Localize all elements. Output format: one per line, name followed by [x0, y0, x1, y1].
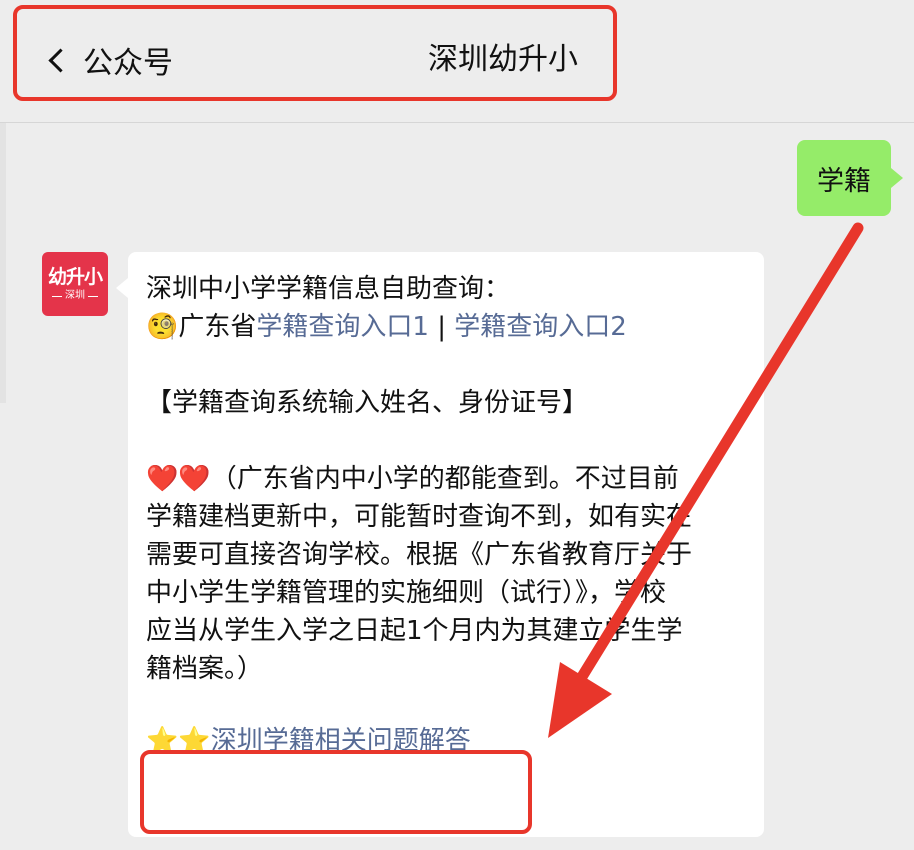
- paragraph-line: 中小学生学籍管理的实施细则（试行）》，学校: [146, 578, 667, 608]
- paragraph-line: 学籍建档更新中，可能暂时查询不到，如有实在: [146, 502, 693, 532]
- avatar-subtitle: 深圳: [52, 290, 98, 302]
- user-message-bubble[interactable]: 学籍: [797, 140, 903, 216]
- hearts-icon: ❤️❤️: [146, 464, 211, 494]
- paragraph-line: 应当从学生入学之日起1个月内为其建立学生学: [146, 616, 683, 646]
- avatar-city: 深圳: [65, 290, 85, 301]
- paragraph-text: （广东省内中小学的都能查到。不过目前: [210, 464, 679, 494]
- paragraph-line: ❤️❤️（广东省内中小学的都能查到。不过目前: [146, 460, 746, 498]
- avatar[interactable]: 幼升小 深圳: [42, 252, 108, 316]
- bot-message-bubble: 深圳中小学学籍信息自助查询： 🧐广东省学籍查询入口1 | 学籍查询入口2 【学籍…: [116, 252, 764, 837]
- back-button[interactable]: 公众号: [48, 40, 173, 81]
- province-label: 广东省: [178, 312, 257, 342]
- left-edge-strip: [0, 123, 6, 403]
- faq-line: ⭐⭐深圳学籍相关问题解答: [146, 722, 746, 760]
- avatar-logo-text: 幼升小: [47, 266, 103, 288]
- message-heading: 深圳中小学学籍信息自助查询：: [146, 274, 511, 304]
- back-label: 公众号: [83, 46, 173, 81]
- user-message-text: 学籍: [817, 165, 871, 197]
- faq-link[interactable]: 深圳学籍相关问题解答: [211, 726, 471, 756]
- input-instructions: 【学籍查询系统输入姓名、身份证号】: [146, 388, 589, 418]
- paragraph-line: 籍档案。）: [146, 654, 264, 684]
- query-link-1[interactable]: 学籍查询入口1: [256, 312, 429, 342]
- link-separator: |: [428, 312, 455, 342]
- query-links-line: 🧐广东省学籍查询入口1 | 学籍查询入口2: [146, 308, 746, 346]
- dash-left: [52, 295, 62, 297]
- stars-icon: ⭐⭐: [146, 726, 211, 756]
- dash-right: [88, 295, 98, 297]
- page-title: 深圳幼升小: [428, 42, 578, 77]
- paragraph-line: 需要可直接咨询学校。根据《广东省教育厅关于: [146, 540, 693, 570]
- nav-header: 公众号 深圳幼升小: [0, 0, 914, 123]
- thinking-face-icon: 🧐: [146, 312, 179, 342]
- chevron-left-icon: [48, 47, 73, 73]
- query-link-2[interactable]: 学籍查询入口2: [454, 312, 627, 342]
